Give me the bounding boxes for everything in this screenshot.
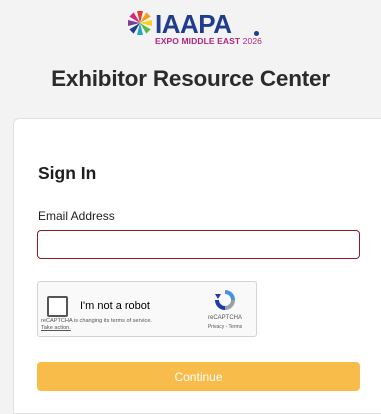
logo-subtitle-event: EXPO MIDDLE EAST bbox=[155, 36, 241, 46]
recaptcha-take-action-link[interactable]: Take action. bbox=[41, 325, 71, 331]
email-label: Email Address bbox=[38, 209, 115, 223]
recaptcha-checkbox[interactable] bbox=[47, 296, 68, 317]
recaptcha-logo-icon bbox=[215, 290, 235, 310]
recaptcha-notice: reCAPTCHA is changing its terms of servi… bbox=[41, 318, 152, 324]
signin-title: Sign In bbox=[38, 163, 97, 183]
recaptcha-widget: I'm not a robot reCAPTCHA is changing it… bbox=[37, 281, 257, 337]
iaapa-logo: IAAPA EXPO MIDDLE EAST 2026 bbox=[127, 10, 287, 50]
logo-subtitle-year: 2026 bbox=[242, 36, 262, 46]
page-title: Exhibitor Resource Center bbox=[51, 66, 330, 91]
page-header: IAAPA EXPO MIDDLE EAST 2026 Exhibitor Re… bbox=[0, 0, 381, 118]
iaapa-pinwheel-icon bbox=[128, 11, 152, 35]
logo-subtitle: EXPO MIDDLE EAST 2026 bbox=[155, 36, 262, 46]
recaptcha-brand: reCAPTCHA bbox=[207, 315, 242, 321]
signin-card: Sign In Email Address I'm not a robot re… bbox=[13, 118, 381, 414]
recaptcha-label: I'm not a robot bbox=[80, 300, 150, 312]
recaptcha-privacy-terms-link[interactable]: Privacy - Terms bbox=[199, 324, 251, 330]
logo-wordmark: IAAPA bbox=[155, 9, 232, 39]
email-input[interactable] bbox=[37, 230, 360, 259]
continue-button[interactable]: Continue bbox=[37, 362, 360, 391]
